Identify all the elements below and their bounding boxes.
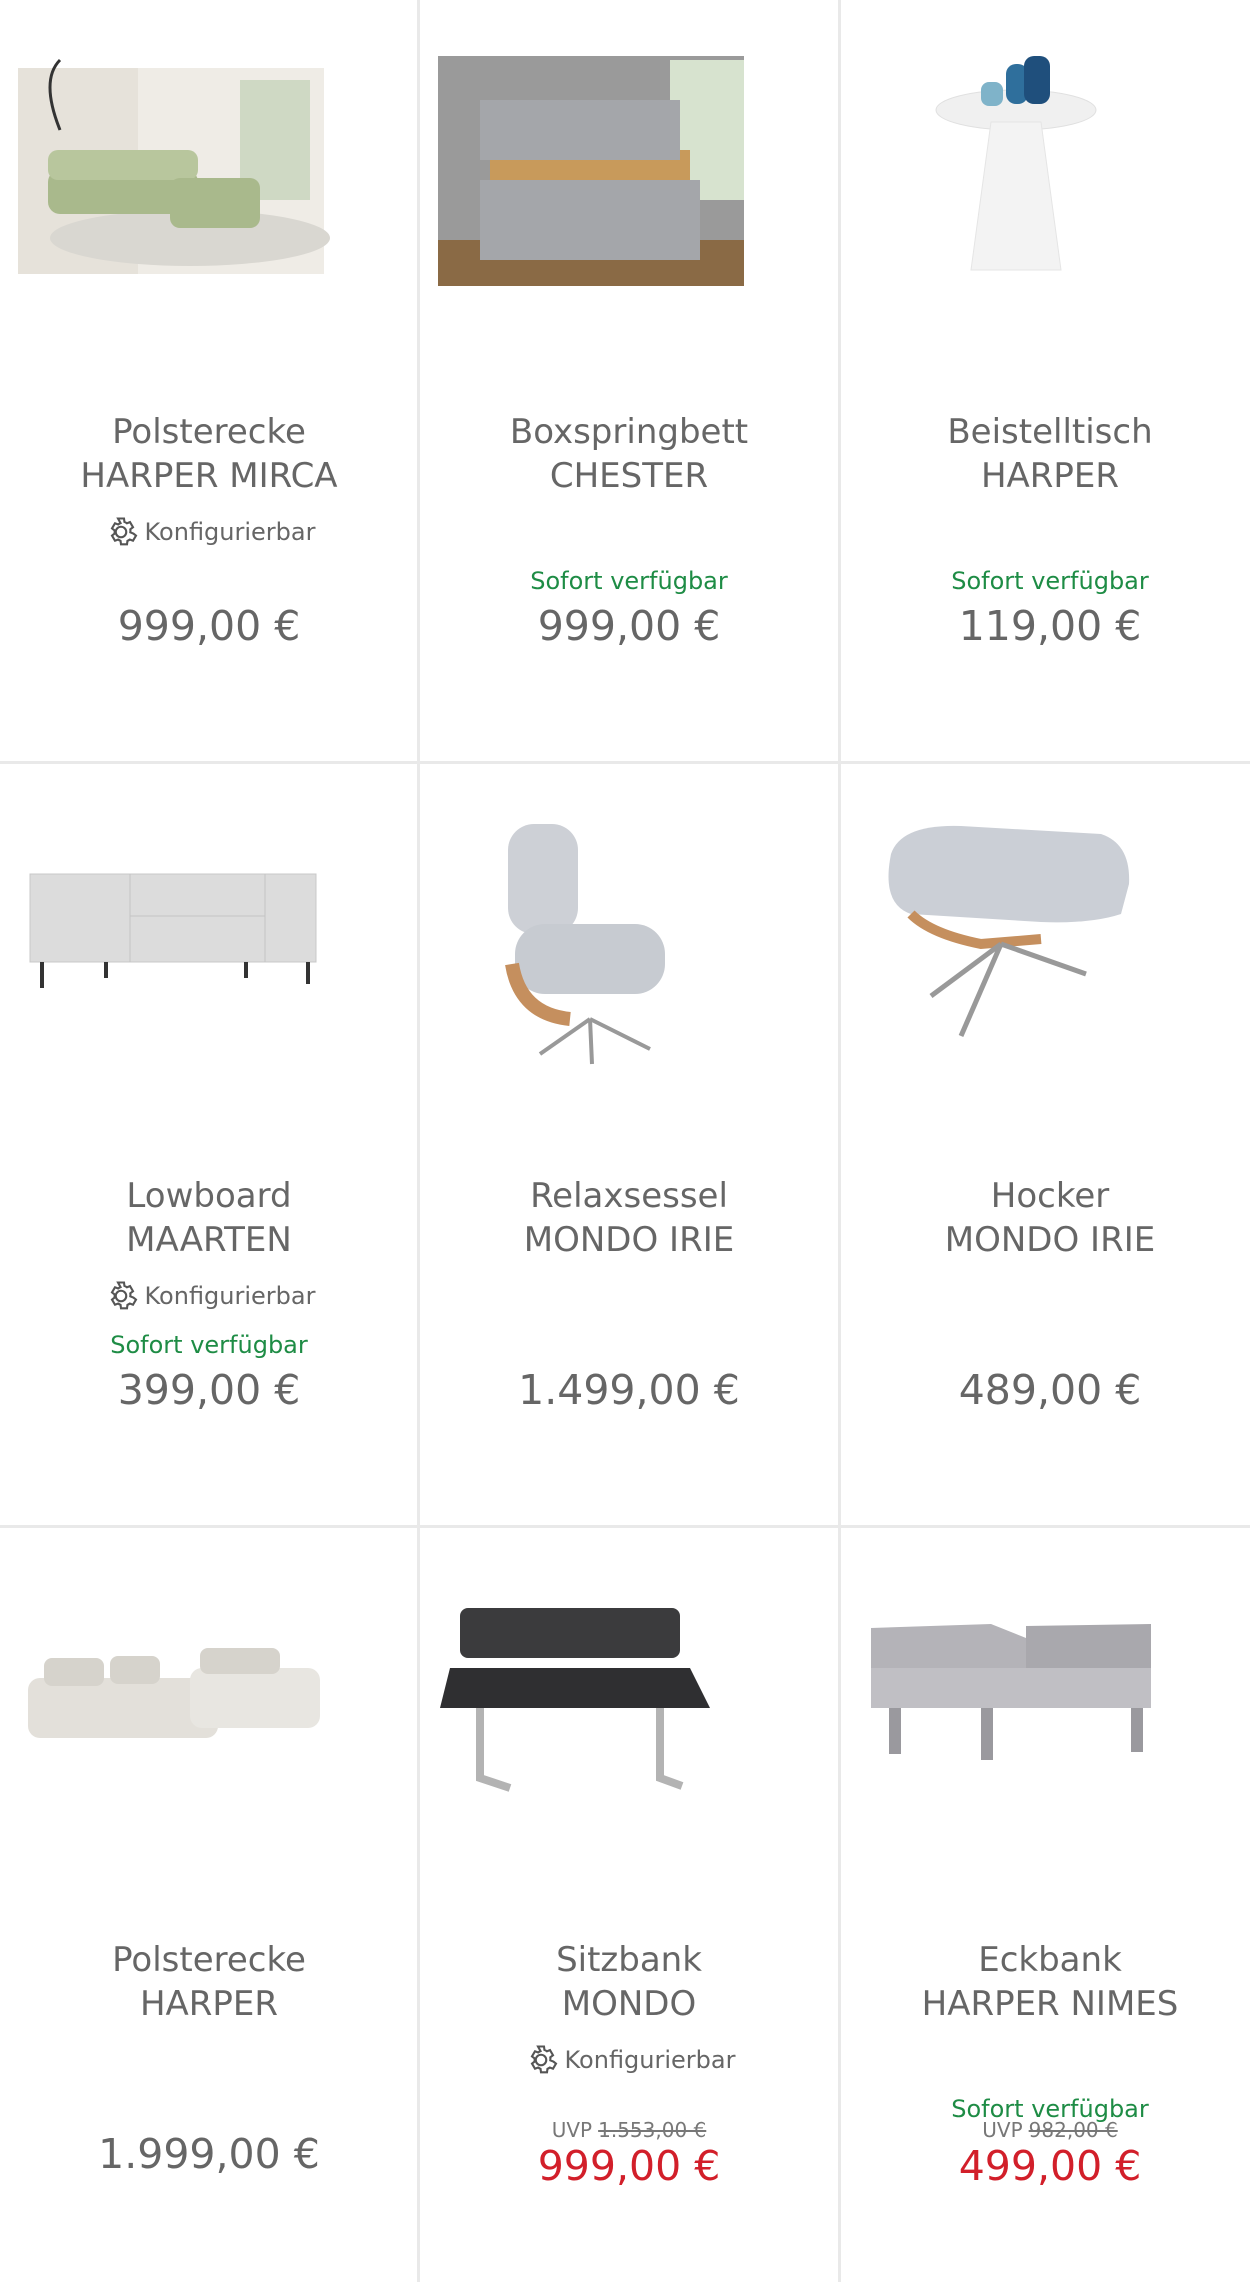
uvp-value: 982,00 € [1028, 2118, 1118, 2142]
product-title-line2: HARPER [980, 456, 1120, 496]
product-title-line2: MAARTEN [126, 1220, 292, 1260]
product-price: 999,00 € [117, 602, 301, 650]
product-grid: Polsterecke HARPER MIRCA Konfigurierbar … [0, 0, 1250, 2282]
product-image[interactable] [841, 764, 1250, 1124]
availability-status: Sofort verfügbar [110, 1331, 308, 1359]
product-title-line2: MONDO IRIE [944, 1220, 1156, 1260]
product-title[interactable]: Lowboard MAARTEN [0, 1174, 418, 1262]
product-image[interactable] [0, 1528, 418, 1888]
product-title-line2: MONDO [561, 1984, 697, 2024]
product-price: 489,00 € [958, 1366, 1142, 1414]
product-title-line1: Lowboard [126, 1176, 292, 1216]
availability-status: Sofort verfügbar [951, 567, 1149, 595]
product-card[interactable]: Lowboard MAARTEN Konfigurierbar Sofort v… [0, 764, 418, 1526]
product-card[interactable]: Polsterecke HARPER 1.999,00 € [0, 1528, 418, 2290]
product-title-line1: Beistelltisch [947, 412, 1153, 452]
product-card[interactable]: Relaxsessel MONDO IRIE 1.499,00 € [420, 764, 838, 1526]
product-title[interactable]: Polsterecke HARPER MIRCA [0, 410, 418, 498]
product-price: 119,00 € [958, 602, 1142, 650]
configurable-label: Konfigurierbar [420, 2042, 838, 2078]
product-card[interactable]: Boxspringbett CHESTER Sofort verfügbar 9… [420, 0, 838, 762]
product-title-line1: Hocker [990, 1176, 1110, 1216]
product-title-line2: HARPER [139, 1984, 279, 2024]
configurable-text: Konfigurierbar [144, 1282, 316, 1310]
product-title[interactable]: Eckbank HARPER NIMES [841, 1938, 1250, 2026]
product-image[interactable] [0, 0, 418, 360]
product-title[interactable]: Hocker MONDO IRIE [841, 1174, 1250, 1262]
product-card[interactable]: Eckbank HARPER NIMES Sofort verfügbar UV… [841, 1528, 1250, 2290]
gear-icon [530, 2045, 557, 2074]
product-title-line1: Sitzbank [556, 1940, 702, 1980]
product-title-line2: CHESTER [549, 456, 709, 496]
product-price: 399,00 € [117, 1366, 301, 1414]
product-title[interactable]: Sitzbank MONDO [420, 1938, 838, 2026]
product-card[interactable]: Hocker MONDO IRIE 489,00 € [841, 764, 1250, 1526]
product-price: 1.499,00 € [518, 1366, 740, 1414]
product-title-line1: Polsterecke [112, 412, 306, 452]
product-price: 999,00 € [537, 2142, 721, 2190]
configurable-text: Konfigurierbar [564, 2046, 736, 2074]
product-title-line1: Eckbank [978, 1940, 1122, 1980]
product-title[interactable]: Relaxsessel MONDO IRIE [420, 1174, 838, 1262]
product-price: 1.999,00 € [98, 2130, 320, 2178]
uvp-prefix: UVP [982, 2118, 1023, 2142]
availability-status: Sofort verfügbar [530, 567, 728, 595]
gear-icon [110, 1281, 137, 1310]
product-title[interactable]: Boxspringbett CHESTER [420, 410, 838, 498]
gear-icon [110, 517, 137, 546]
configurable-label: Konfigurierbar [0, 514, 418, 550]
product-title-line1: Relaxsessel [530, 1176, 728, 1216]
product-card[interactable]: Beistelltisch HARPER Sofort verfügbar 11… [841, 0, 1250, 762]
product-title-line2: MONDO IRIE [523, 1220, 735, 1260]
product-title-line1: Boxspringbett [509, 412, 749, 452]
product-image[interactable] [841, 0, 1250, 360]
product-image[interactable] [420, 764, 838, 1124]
product-image[interactable] [420, 0, 838, 360]
product-image[interactable] [420, 1528, 838, 1888]
uvp-prefix: UVP [551, 2118, 593, 2142]
product-title-line1: Polsterecke [112, 1940, 306, 1980]
product-title-line2: HARPER NIMES [921, 1984, 1179, 2024]
product-price: 999,00 € [537, 602, 721, 650]
product-image[interactable] [0, 764, 418, 1124]
product-title[interactable]: Beistelltisch HARPER [841, 410, 1250, 498]
configurable-text: Konfigurierbar [144, 518, 316, 546]
configurable-label: Konfigurierbar [0, 1278, 418, 1314]
product-title[interactable]: Polsterecke HARPER [0, 1938, 418, 2026]
product-card[interactable]: Polsterecke HARPER MIRCA Konfigurierbar … [0, 0, 418, 762]
product-price: 499,00 € [958, 2142, 1142, 2190]
uvp-value: 1.553,00 € [598, 2118, 707, 2142]
product-card[interactable]: Sitzbank MONDO Konfigurierbar UVP 1.553,0… [420, 1528, 838, 2290]
product-image[interactable] [841, 1528, 1250, 1888]
product-title-line2: HARPER MIRCA [80, 456, 338, 496]
